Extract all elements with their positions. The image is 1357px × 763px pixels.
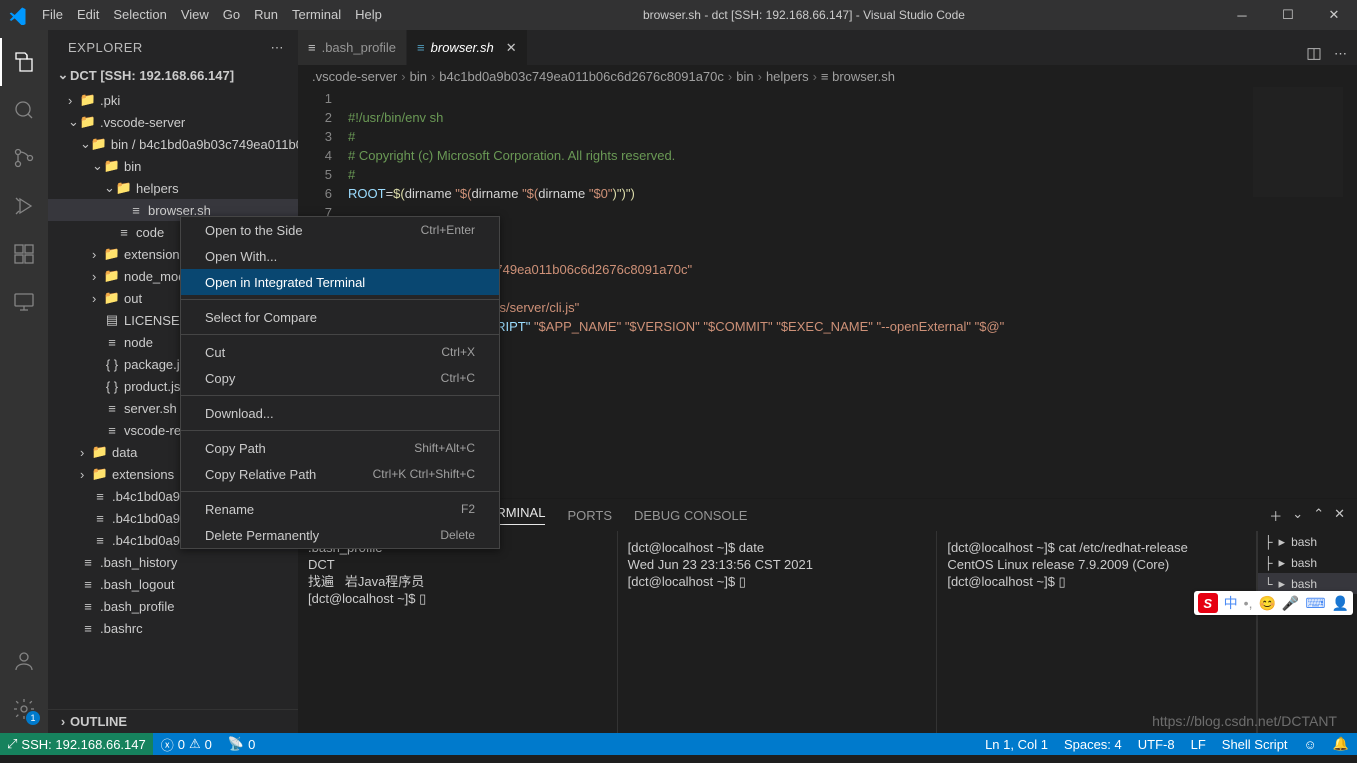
breadcrumb-item[interactable]: .vscode-server [312, 69, 397, 84]
menu-file[interactable]: File [35, 0, 70, 30]
accounts-icon[interactable] [0, 637, 48, 685]
search-icon[interactable] [0, 86, 48, 134]
ime-keyboard-icon[interactable]: ⌨ [1305, 595, 1325, 612]
sogou-logo-icon: S [1198, 593, 1218, 613]
context-menu: Open to the SideCtrl+EnterOpen With...Op… [180, 216, 500, 549]
feedback-icon[interactable]: ☺ [1296, 733, 1325, 755]
context-menu-item[interactable]: Delete PermanentlyDelete [181, 522, 499, 548]
more-icon[interactable]: ⋯ [271, 40, 285, 56]
maximize-panel-icon[interactable]: ⌃ [1313, 506, 1324, 525]
ime-settings-icon[interactable]: 👤 [1332, 595, 1349, 612]
outline-section[interactable]: ›OUTLINE [48, 709, 298, 733]
terminal-pane-3[interactable]: [dct@localhost ~]$ cat /etc/redhat-relea… [937, 531, 1257, 733]
ime-lang[interactable]: 中 [1224, 593, 1238, 613]
context-menu-item[interactable]: Select for Compare [181, 304, 499, 330]
terminal-pane-2[interactable]: [dct@localhost ~]$ date Wed Jun 23 23:13… [618, 531, 938, 733]
debug-icon[interactable] [0, 182, 48, 230]
vscode-logo [0, 5, 35, 25]
context-menu-item[interactable]: RenameF2 [181, 496, 499, 522]
tree-item[interactable]: ≡.bash_profile [48, 595, 298, 617]
more-actions-icon[interactable]: ⋯ [1334, 46, 1347, 65]
status-bar: ⤢SSH: 192.168.66.147 ⓧ 0 ⚠ 0 📡 0 Ln 1, C… [0, 733, 1357, 755]
context-menu-item[interactable]: CopyCtrl+C [181, 365, 499, 391]
remote-indicator[interactable]: ⤢SSH: 192.168.66.147 [0, 733, 153, 755]
explorer-header: EXPLORER [68, 40, 143, 55]
breadcrumb-item[interactable]: ≡ browser.sh [821, 69, 895, 84]
breadcrumb-item[interactable]: bin [410, 69, 427, 84]
panel-tab-ports[interactable]: PORTS [567, 508, 612, 523]
language-status[interactable]: Shell Script [1214, 733, 1296, 755]
workspace-root[interactable]: ⌄DCT [SSH: 192.168.66.147] [48, 65, 298, 85]
settings-icon[interactable]: 1 [0, 685, 48, 733]
cursor-position[interactable]: Ln 1, Col 1 [977, 733, 1056, 755]
tree-item[interactable]: ⌄📁.vscode-server [48, 111, 298, 133]
explorer-icon[interactable] [0, 38, 48, 86]
window-title: browser.sh - dct [SSH: 192.168.66.147] -… [389, 8, 1219, 22]
panel-tab-debug-console[interactable]: DEBUG CONSOLE [634, 508, 747, 523]
editor-tabs: ≡.bash_profile≡browser.sh✕ ⋯ [298, 30, 1357, 65]
chevron-down-icon[interactable]: ⌄ [1292, 506, 1303, 525]
tree-item[interactable]: ⌄📁bin / b4c1bd0a9b03c749ea011b06c... [48, 133, 298, 155]
editor-tab[interactable]: ≡browser.sh✕ [407, 30, 528, 65]
terminal-pane-1[interactable]: .bash_profile DCT 找遍 岩Java程序员 [dct@local… [298, 531, 618, 733]
ime-emoji-icon[interactable]: 😊 [1258, 595, 1275, 612]
maximize-button[interactable]: ☐ [1265, 0, 1311, 30]
tree-item[interactable]: ≡.bash_logout [48, 573, 298, 595]
activity-bar: 1 [0, 30, 48, 733]
ime-voice-icon[interactable]: 🎤 [1282, 595, 1299, 612]
menubar: FileEditSelectionViewGoRunTerminalHelp [35, 0, 389, 30]
extensions-icon[interactable] [0, 230, 48, 278]
context-menu-item[interactable]: Open to the SideCtrl+Enter [181, 217, 499, 243]
ports-status[interactable]: 📡 0 [220, 733, 263, 755]
menu-go[interactable]: Go [216, 0, 247, 30]
eol-status[interactable]: LF [1183, 733, 1214, 755]
context-menu-item[interactable]: CutCtrl+X [181, 339, 499, 365]
close-tab-icon[interactable]: ✕ [506, 40, 517, 56]
tree-item[interactable]: ≡.bash_history [48, 551, 298, 573]
menu-edit[interactable]: Edit [70, 0, 106, 30]
tree-item[interactable]: ⌄📁bin [48, 155, 298, 177]
context-menu-item[interactable]: Copy Relative PathCtrl+K Ctrl+Shift+C [181, 461, 499, 487]
minimap[interactable] [1253, 87, 1343, 197]
ime-toolbar[interactable]: S 中 •, 😊 🎤 ⌨ 👤 [1194, 591, 1353, 615]
terminal-list-item[interactable]: ├ ▸ bash [1258, 531, 1357, 552]
menu-view[interactable]: View [174, 0, 216, 30]
menu-terminal[interactable]: Terminal [285, 0, 348, 30]
breadcrumb-item[interactable]: b4c1bd0a9b03c749ea011b06c6d2676c8091a70c [439, 69, 724, 84]
breadcrumb-item[interactable]: helpers [766, 69, 809, 84]
errors-status[interactable]: ⓧ 0 ⚠ 0 [153, 733, 220, 755]
breadcrumb[interactable]: .vscode-server›bin›b4c1bd0a9b03c749ea011… [298, 65, 1357, 87]
close-button[interactable]: ✕ [1311, 0, 1357, 30]
menu-help[interactable]: Help [348, 0, 389, 30]
notifications-icon[interactable]: 🔔 [1325, 733, 1357, 755]
context-menu-item[interactable]: Open With... [181, 243, 499, 269]
remote-explorer-icon[interactable] [0, 278, 48, 326]
menu-selection[interactable]: Selection [106, 0, 173, 30]
tree-item[interactable]: ›📁.pki [48, 89, 298, 111]
context-menu-item[interactable]: Download... [181, 400, 499, 426]
minimize-button[interactable]: ─ [1219, 0, 1265, 30]
tree-item[interactable]: ≡.bashrc [48, 617, 298, 639]
source-control-icon[interactable] [0, 134, 48, 182]
new-terminal-icon[interactable]: ＋ [1269, 506, 1282, 525]
ime-punct-icon[interactable]: •, [1244, 595, 1253, 611]
encoding-status[interactable]: UTF-8 [1130, 733, 1183, 755]
context-menu-item[interactable]: Copy PathShift+Alt+C [181, 435, 499, 461]
indentation-status[interactable]: Spaces: 4 [1056, 733, 1130, 755]
breadcrumb-item[interactable]: bin [736, 69, 753, 84]
tree-item[interactable]: ⌄📁helpers [48, 177, 298, 199]
terminal-list: ├ ▸ bash├ ▸ bash└ ▸ bash [1257, 531, 1357, 733]
terminal-list-item[interactable]: ├ ▸ bash [1258, 552, 1357, 573]
menu-run[interactable]: Run [247, 0, 285, 30]
close-panel-icon[interactable]: ✕ [1334, 506, 1345, 525]
context-menu-item[interactable]: Open in Integrated Terminal [181, 269, 499, 295]
editor-tab[interactable]: ≡.bash_profile [298, 30, 407, 65]
split-editor-icon[interactable] [1306, 46, 1322, 65]
